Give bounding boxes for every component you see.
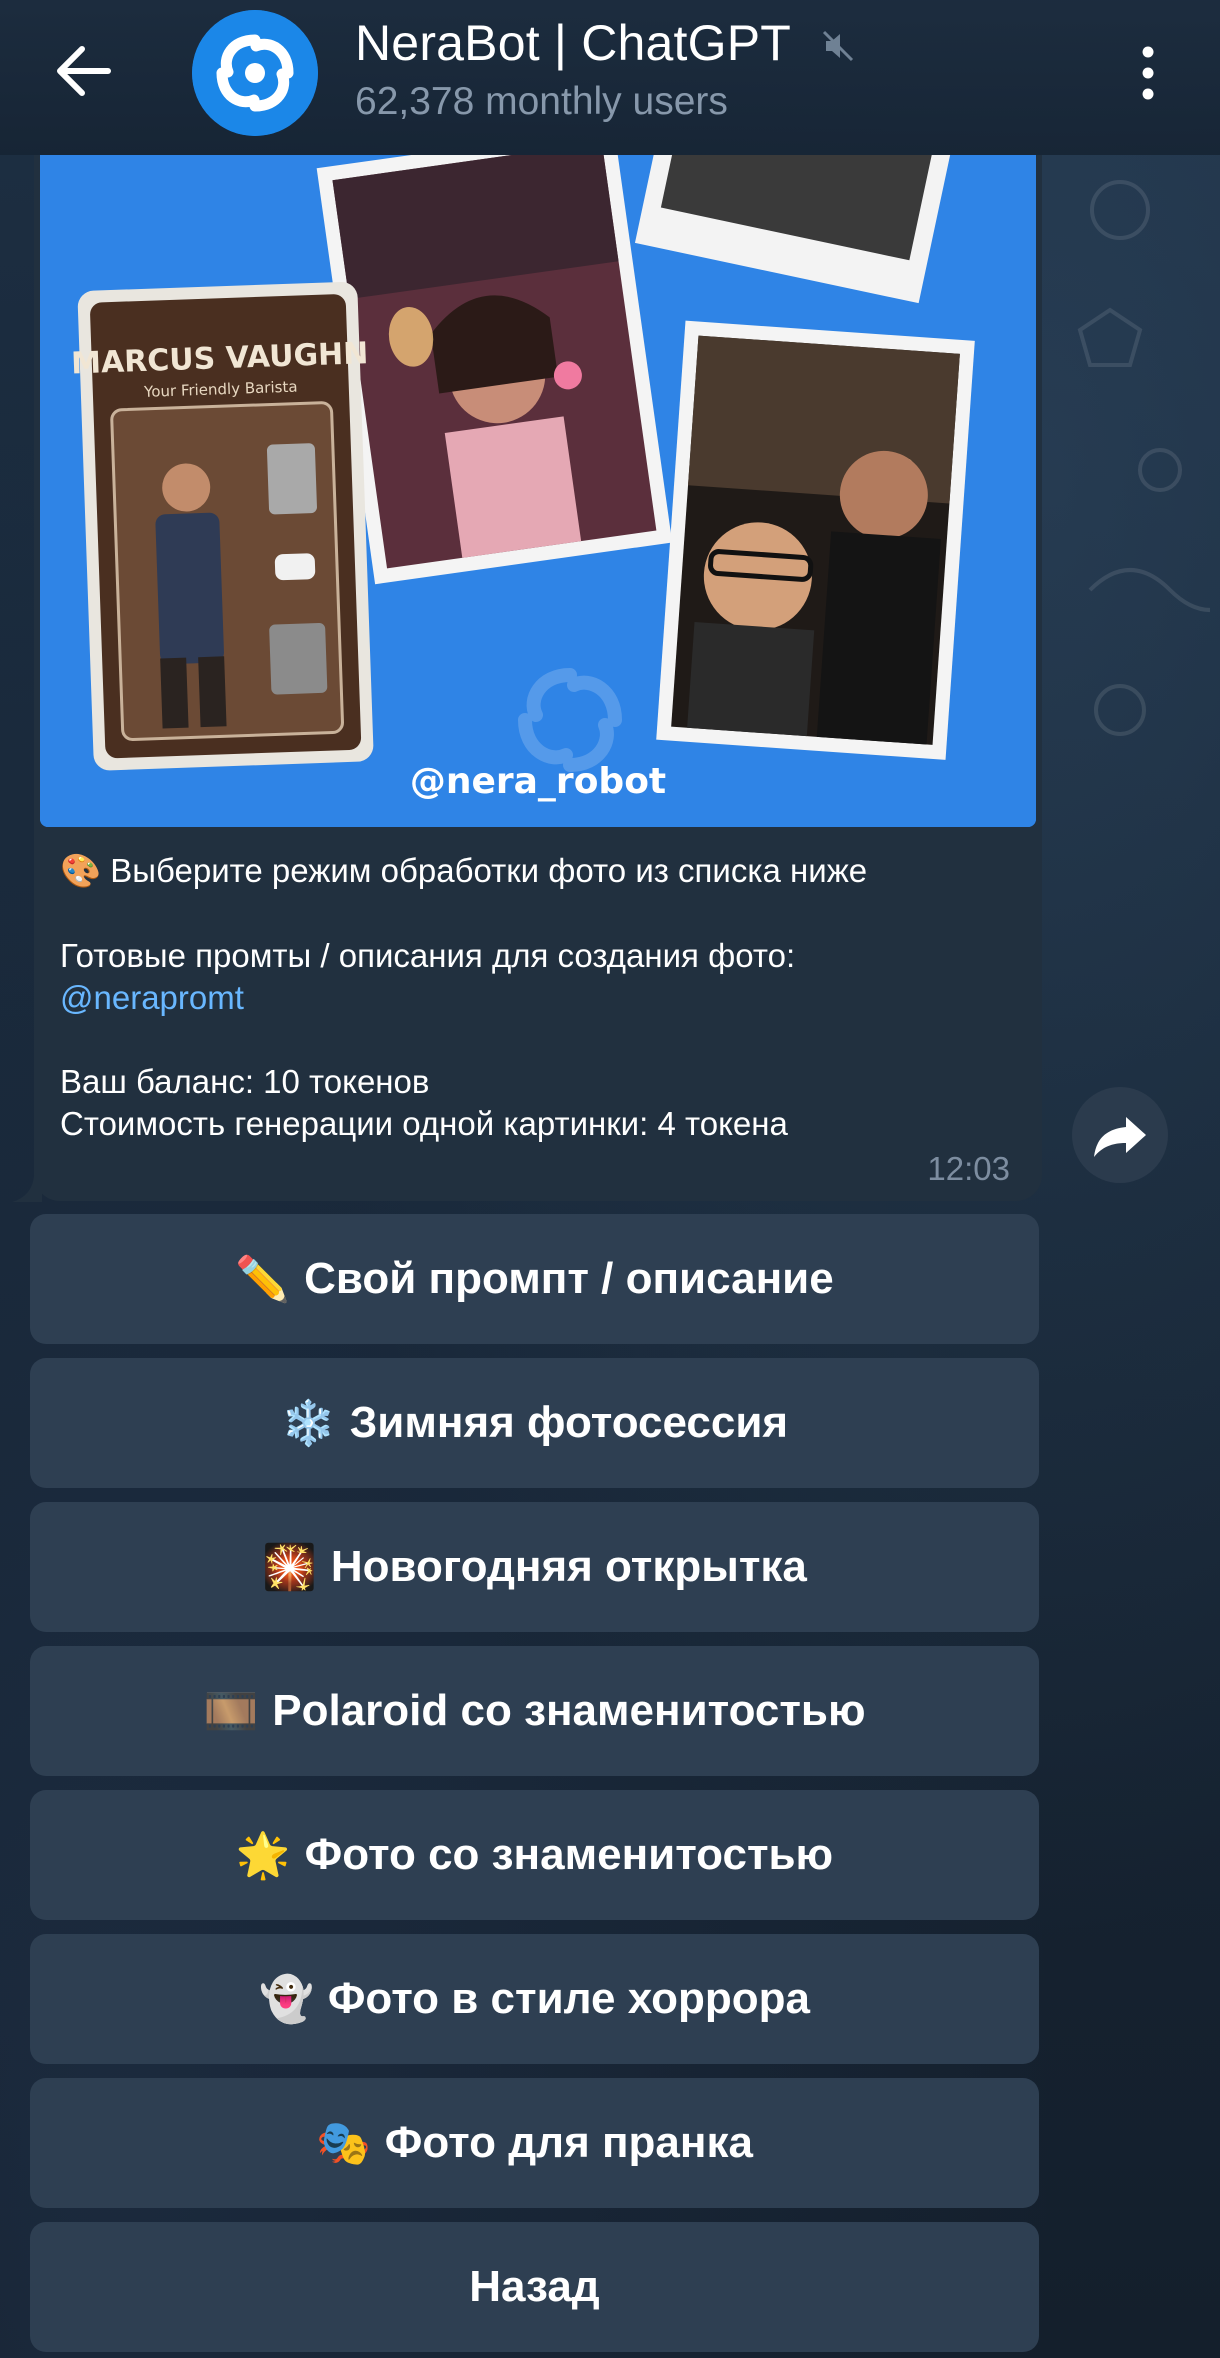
avatar[interactable] bbox=[192, 10, 318, 136]
message-line-2: Готовые промты / описания для создания ф… bbox=[60, 937, 796, 974]
button-label: Назад bbox=[469, 2262, 600, 2311]
button-label: Фото для пранка bbox=[384, 2118, 753, 2167]
button-horror-style[interactable]: 👻 Фото в стиле хоррора bbox=[30, 1934, 1039, 2064]
message-line-1: 🎨 Выберите режим обработки фото из списк… bbox=[60, 850, 867, 892]
snowflake-icon: ❄️ bbox=[280, 1399, 336, 1448]
button-label: Свой промпт / описание bbox=[304, 1254, 834, 1303]
button-polaroid-celebrity[interactable]: 🎞️ Polaroid со знаменитостью bbox=[30, 1646, 1039, 1776]
collage-illustration: MARCUS VAUGHN Your Friendly Barista @ner… bbox=[40, 155, 1036, 827]
nerabot-logo-icon bbox=[192, 10, 318, 136]
back-arrow-icon[interactable] bbox=[48, 36, 118, 106]
button-photo-celebrity[interactable]: 🌟 Фото со знаменитостью bbox=[30, 1790, 1039, 1920]
button-back[interactable]: Назад bbox=[30, 2222, 1039, 2352]
share-arrow-icon bbox=[1094, 1117, 1146, 1157]
image-caption: @nera_robot bbox=[410, 761, 666, 802]
cost-text: Стоимость генерации одной картинки: 4 то… bbox=[60, 1105, 788, 1142]
message-bubble: MARCUS VAUGHN Your Friendly Barista @ner… bbox=[34, 155, 1042, 1201]
muted-icon bbox=[822, 30, 854, 62]
palette-icon: 🎨 bbox=[60, 852, 102, 889]
star-icon: 🌟 bbox=[235, 1831, 291, 1880]
film-icon: 🎞️ bbox=[203, 1687, 259, 1736]
button-prank-photo[interactable]: 🎭 Фото для пранка bbox=[30, 2078, 1039, 2208]
chat-header: NeraBot | ChatGPT 62,378 monthly users bbox=[0, 0, 1220, 155]
button-label: Фото в стиле хоррора bbox=[327, 1974, 810, 2023]
nerapromt-link[interactable]: @nerapromt bbox=[60, 977, 244, 1019]
button-label: Зимняя фотосессия bbox=[349, 1398, 789, 1447]
masks-icon: 🎭 bbox=[316, 2119, 371, 2168]
chat-subtitle: 62,378 monthly users bbox=[355, 80, 728, 123]
ghost-icon: 👻 bbox=[259, 1975, 314, 2024]
button-new-year-card[interactable]: 🎇 Новогодняя открытка bbox=[30, 1502, 1039, 1632]
chat-title[interactable]: NeraBot | ChatGPT bbox=[355, 14, 791, 72]
fireworks-icon: 🎇 bbox=[262, 1543, 317, 1592]
pencil-icon: ✏️ bbox=[235, 1255, 291, 1304]
button-label: Фото со знаменитостью bbox=[304, 1830, 834, 1879]
balance-text: Ваш баланс: 10 токенов bbox=[60, 1063, 430, 1100]
background-doodle-icon bbox=[1077, 180, 1210, 736]
button-custom-prompt[interactable]: ✏️ Свой промпт / описание bbox=[30, 1214, 1039, 1344]
message-line-1-text: Выберите режим обработки фото из списка … bbox=[110, 852, 868, 889]
bubble-tail bbox=[12, 1176, 42, 1202]
message-time: 12:03 bbox=[927, 1150, 1010, 1187]
forward-button[interactable] bbox=[1072, 1087, 1168, 1183]
button-winter-photoshoot[interactable]: ❄️ Зимняя фотосессия bbox=[30, 1358, 1039, 1488]
button-label: Новогодняя открытка bbox=[330, 1542, 807, 1591]
message-image[interactable]: MARCUS VAUGHN Your Friendly Barista @ner… bbox=[40, 155, 1036, 827]
more-options-icon[interactable] bbox=[1130, 42, 1166, 104]
button-label: Polaroid со знаменитостью bbox=[272, 1686, 866, 1735]
